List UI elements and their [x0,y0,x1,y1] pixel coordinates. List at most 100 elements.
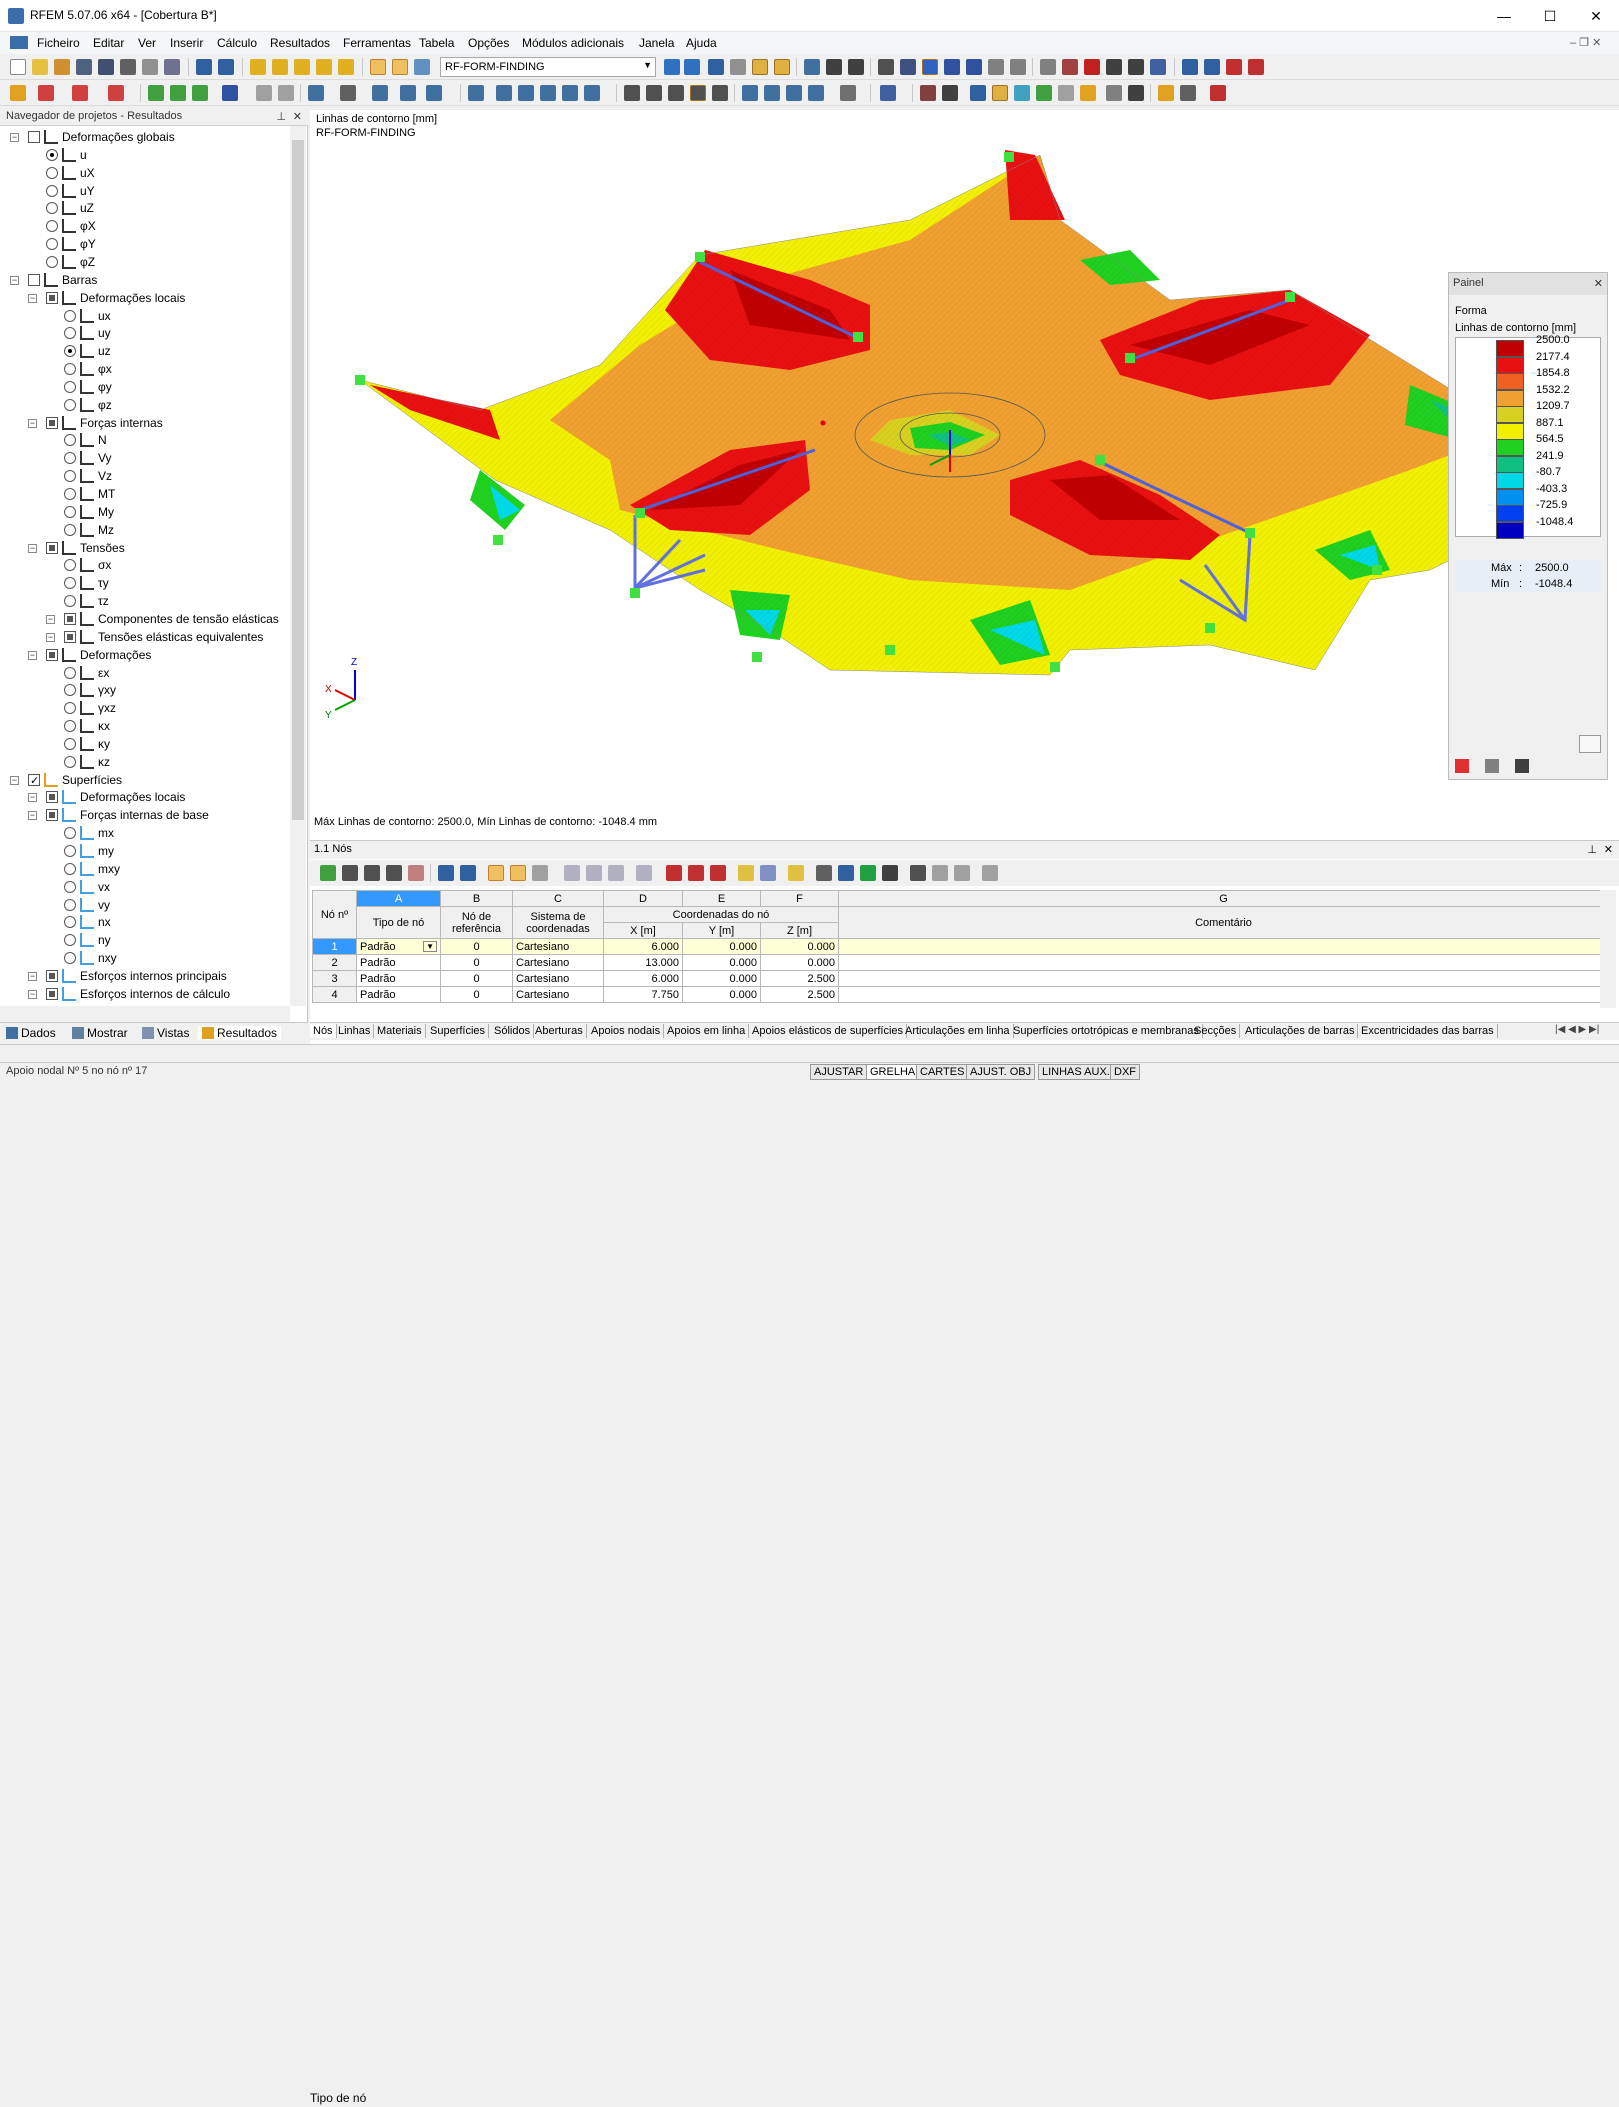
table-excel-icon[interactable] [320,865,336,881]
render-icon[interactable] [340,85,356,101]
sheet-tab[interactable]: Apoios nodais [588,1024,665,1038]
graph-icon[interactable] [1210,85,1226,101]
mdi-controls-icon[interactable]: ‒ ❐ ✕ [1570,36,1601,49]
solid-icon[interactable] [170,85,186,101]
values-icon[interactable] [1058,85,1074,101]
expand-icon[interactable]: − [10,275,19,285]
tree-item[interactable]: − Componentes de tensão elásticas [0,610,288,628]
section-icon[interactable] [562,85,578,101]
maximize-button[interactable]: ☐ [1527,0,1573,32]
table-cut-icon[interactable] [666,865,682,881]
table-filter-c-icon[interactable] [608,865,624,881]
graphics-view[interactable]: Z X Y [310,110,1619,840]
table-split-icon[interactable] [710,865,726,881]
menu-ajuda[interactable]: Ajuda [686,36,717,50]
axis-icon[interactable] [496,85,512,101]
col-f[interactable]: F [760,890,839,907]
table-import-icon[interactable] [438,865,454,881]
table-fx-icon[interactable] [932,865,948,881]
sheet-nav-arrows-icon[interactable]: |◀ ◀ ▶ ▶| [1555,1024,1599,1035]
table-columns-icon[interactable] [760,865,776,881]
table-select-icon[interactable] [488,865,504,881]
radio-button[interactable] [64,363,76,376]
support-icon[interactable] [108,85,124,101]
iso-view-icon[interactable] [372,85,388,101]
sheet-tab[interactable]: Sólidos [491,1024,535,1038]
tree-item[interactable]: φx [0,360,288,378]
radio-button[interactable] [64,559,76,572]
z-view-icon[interactable] [786,85,802,101]
radio-button[interactable] [46,255,58,268]
tools-icon[interactable] [1150,59,1166,75]
tree-item[interactable]: − Tensões [0,539,288,557]
radio-button[interactable] [64,452,76,465]
expand-icon[interactable]: − [28,650,37,660]
side-view-icon[interactable] [426,85,442,101]
tree-item[interactable]: my [0,842,288,860]
table-calc-icon[interactable] [882,865,898,881]
tree-item[interactable]: ux [0,307,288,325]
tree-item[interactable]: φy [0,378,288,396]
tree-item[interactable]: Vz [0,467,288,485]
radio-button[interactable] [64,327,76,340]
expand-icon[interactable]: − [28,543,37,553]
clip-icon[interactable] [584,85,600,101]
expand-icon[interactable]: − [10,775,19,785]
col-a[interactable]: A [356,890,441,907]
deformation-icon[interactable] [708,59,724,75]
edit-icon[interactable] [250,59,266,75]
radio-button[interactable] [64,845,76,857]
sheet-tab[interactable]: Apoios elásticos de superfícies [749,1024,908,1038]
table-xls-icon[interactable] [860,865,876,881]
col-d[interactable]: D [603,890,683,907]
radio-button[interactable] [64,898,76,911]
save-all-icon[interactable] [98,59,114,75]
globe-icon[interactable] [880,85,896,101]
tab-mostrar[interactable]: Mostrar [72,1026,128,1040]
close-button[interactable]: ✕ [1573,0,1619,32]
radio-button[interactable] [64,720,76,733]
zoom-3d-icon[interactable] [690,85,706,101]
radio-button[interactable] [64,470,76,483]
col-e[interactable]: E [682,890,761,907]
expand-icon[interactable]: − [28,293,37,303]
radio-button[interactable] [64,666,76,679]
panel-edit-icon[interactable] [1515,759,1529,773]
col-g[interactable]: G [838,890,1609,907]
import-icon[interactable] [1204,59,1220,75]
sheet-tab[interactable]: Secções [1191,1024,1241,1038]
tree-item[interactable]: φZ [0,253,288,271]
status-grelha-button[interactable]: GRELHA [866,1064,920,1080]
table-export-icon[interactable] [460,865,476,881]
table-row[interactable]: 3 Padrão 0 Cartesiano 6.000 0.000 2.500 [312,970,1609,987]
radio-button[interactable] [64,827,76,840]
checkbox[interactable] [46,969,58,982]
table-scrollbar[interactable] [1600,890,1616,1008]
table-edit-icon[interactable] [788,865,804,881]
radio-button[interactable] [64,684,76,697]
next-icon[interactable] [684,59,700,75]
radio-button[interactable] [46,238,58,251]
table-insert-row-icon[interactable] [364,865,380,881]
line-icon[interactable] [38,85,54,101]
load-icon[interactable] [222,85,238,101]
tree-item[interactable]: − Tensões elásticas equivalentes [0,628,288,646]
mesh-icon[interactable] [900,59,916,75]
tree-item[interactable]: N [0,431,288,449]
panel-close-icon[interactable]: ✕ [1594,277,1603,290]
tree-item[interactable]: − Deformações [0,646,288,664]
radio-button[interactable] [64,505,76,518]
export-icon[interactable] [1182,59,1198,75]
expand-icon[interactable]: − [28,418,37,428]
status-cartes-button[interactable]: CARTES [916,1064,969,1080]
table-row[interactable]: 2 Padrão 0 Cartesiano 13.000 0.000 0.000 [312,954,1609,971]
member-load-icon[interactable] [278,85,294,101]
surface-icon[interactable] [148,85,164,101]
wire-icon[interactable] [920,85,936,101]
undo-icon[interactable] [196,59,212,75]
tree-item[interactable]: uY [0,182,288,200]
top-view-icon[interactable] [468,85,484,101]
y-view-icon[interactable] [764,85,780,101]
copy-icon[interactable] [1010,59,1026,75]
radio-button[interactable] [64,595,76,608]
